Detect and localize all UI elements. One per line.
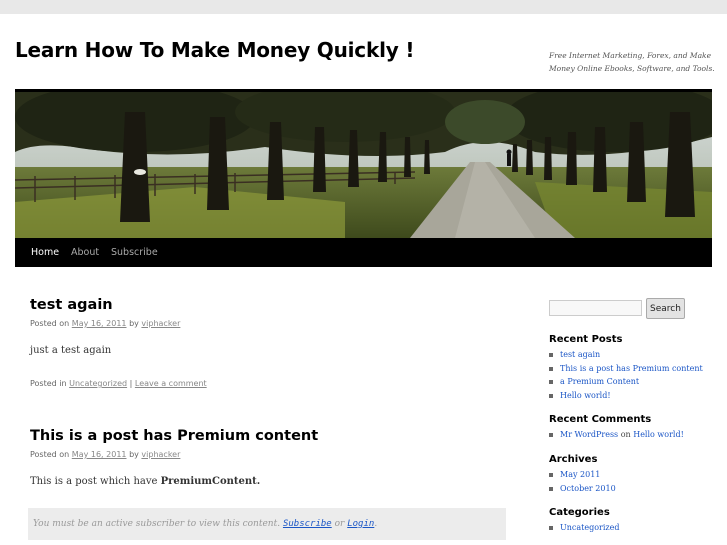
recent-posts-title: Recent Posts: [549, 334, 623, 345]
post-meta: Posted on May 16, 2011 by viphacker: [30, 450, 180, 459]
comment-author-link[interactable]: Mr WordPress: [560, 430, 618, 439]
list-item: Mr WordPress on Hello world!: [549, 428, 684, 442]
recent-post-link[interactable]: Hello world!: [560, 391, 611, 400]
bullet-icon: [549, 393, 553, 398]
list-item: Hello world!: [549, 389, 703, 403]
recent-comments-title: Recent Comments: [549, 414, 652, 425]
post-author-link[interactable]: viphacker: [141, 319, 180, 328]
post-title-link[interactable]: test again: [30, 297, 113, 313]
page: Learn How To Make Money Quickly ! Free I…: [0, 14, 727, 545]
post-meta: Posted on May 16, 2011 by viphacker: [30, 319, 180, 328]
bullet-icon: [549, 380, 553, 384]
on-label: on: [620, 430, 631, 439]
posted-in-label: Posted in: [30, 379, 67, 388]
recent-post-link[interactable]: test again: [560, 350, 600, 359]
recent-post-link[interactable]: a Premium Content: [560, 377, 639, 386]
bullet-icon: [549, 486, 553, 491]
post-date-link[interactable]: May 16, 2011: [72, 450, 127, 459]
category-link[interactable]: Uncategorized: [560, 523, 619, 532]
by-label: by: [129, 450, 139, 459]
bullet-icon: [549, 433, 553, 437]
post-title-link[interactable]: This is a post has Premium content: [30, 428, 318, 444]
nav-item-about[interactable]: About: [71, 238, 99, 267]
archive-link[interactable]: May 2011: [560, 470, 600, 479]
by-label: by: [129, 319, 139, 328]
bullet-icon: [549, 473, 553, 477]
bullet-icon: [549, 353, 553, 357]
search-button[interactable]: Search: [646, 298, 685, 319]
notice-period: .: [374, 519, 378, 529]
nav-item-home[interactable]: Home: [31, 238, 59, 267]
header-image: [15, 89, 712, 238]
posted-on-label: Posted on: [30, 450, 70, 459]
premium-notice-text: You must be an active subscriber to view…: [33, 519, 281, 529]
header-landscape-image: [15, 92, 712, 238]
list-item: October 2010: [549, 482, 616, 496]
leave-comment-link[interactable]: Leave a comment: [135, 379, 207, 388]
comment-post-link[interactable]: Hello world!: [633, 430, 684, 439]
post-category-link[interactable]: Uncategorized: [69, 379, 127, 388]
archives-list: May 2011 October 2010: [549, 468, 616, 495]
nav-item-subscribe[interactable]: Subscribe: [111, 238, 158, 267]
site-title[interactable]: Learn How To Make Money Quickly !: [15, 38, 414, 62]
list-item: Uncategorized: [549, 521, 619, 535]
bullet-icon: [549, 366, 553, 371]
categories-list: Uncategorized: [549, 521, 619, 535]
login-link[interactable]: Login: [347, 519, 374, 529]
recent-post-link[interactable]: This is a post has Premium content: [560, 364, 703, 373]
recent-comments-list: Mr WordPress on Hello world!: [549, 428, 684, 442]
subscribe-link[interactable]: Subscribe: [283, 519, 332, 529]
post-body-text: This is a post which have: [30, 476, 158, 487]
list-item: test again: [549, 348, 703, 362]
posted-on-label: Posted on: [30, 319, 70, 328]
archives-title: Archives: [549, 454, 598, 465]
bullet-icon: [549, 526, 553, 530]
premium-content-notice: You must be an active subscriber to view…: [28, 508, 506, 540]
list-item: This is a post has Premium content: [549, 362, 703, 376]
categories-title: Categories: [549, 507, 610, 518]
footer-separator: |: [129, 379, 133, 388]
site-description: Free Internet Marketing, Forex, and Make…: [549, 51, 715, 73]
list-item: a Premium Content: [549, 375, 703, 389]
list-item: May 2011: [549, 468, 616, 482]
post-body-bold-text: PremiumContent.: [160, 476, 261, 487]
post-author-link[interactable]: viphacker: [141, 450, 180, 459]
or-label: or: [334, 519, 345, 529]
main-navigation: Home About Subscribe: [15, 238, 712, 267]
archive-link[interactable]: October 2010: [560, 484, 616, 493]
post-date-link[interactable]: May 16, 2011: [72, 319, 127, 328]
post-body: This is a post which have PremiumContent…: [30, 476, 260, 487]
search-input[interactable]: [549, 300, 642, 316]
recent-posts-list: test again This is a post has Premium co…: [549, 348, 703, 402]
post-footer: Posted in Uncategorized | Leave a commen…: [30, 379, 207, 388]
post-body: just a test again: [30, 345, 112, 356]
